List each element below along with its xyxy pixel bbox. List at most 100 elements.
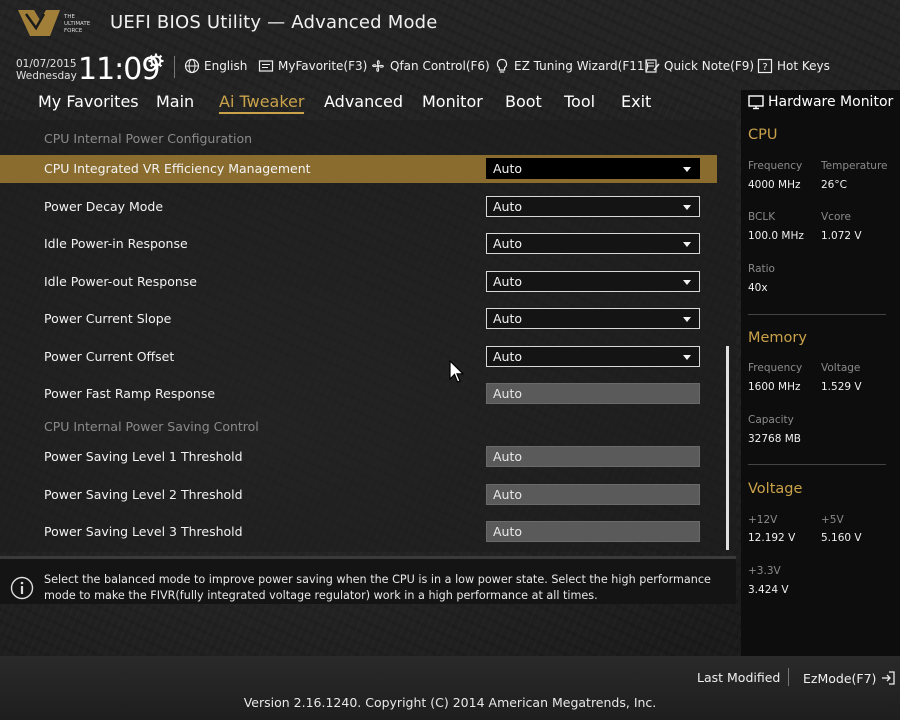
exit-arrow-icon: [882, 671, 896, 685]
language-label: English: [204, 59, 248, 73]
hot-keys-button[interactable]: ? Hot Keys: [757, 58, 830, 74]
hw-key: +3.3V: [748, 565, 781, 577]
setting-label[interactable]: Power Saving Level 3 Threshold: [44, 524, 243, 539]
dropdown-value: Auto: [493, 311, 523, 326]
scrollbar[interactable]: [726, 346, 729, 550]
separator: [174, 56, 175, 78]
idle-power-out-dropdown[interactable]: Auto: [486, 271, 700, 292]
chevron-down-icon: [683, 205, 691, 210]
tab-advanced[interactable]: Advanced: [324, 92, 403, 111]
note-icon: [645, 59, 660, 73]
tab-ai-tweaker[interactable]: Ai Tweaker: [219, 92, 305, 114]
idle-power-in-dropdown[interactable]: Auto: [486, 233, 700, 254]
svg-text:ULTIMATE: ULTIMATE: [64, 21, 91, 27]
day-text: Wednesday: [16, 70, 77, 82]
hw-key: Frequency: [748, 362, 803, 374]
quick-note-button[interactable]: Quick Note(F9): [644, 58, 754, 74]
chevron-down-icon: [683, 355, 691, 360]
section-heading: CPU Internal Power Saving Control: [44, 419, 259, 434]
setting-label[interactable]: Power Current Slope: [44, 311, 171, 326]
ezmode-label: EzMode(F7): [803, 670, 877, 686]
tab-exit[interactable]: Exit: [621, 92, 651, 111]
help-text: Select the balanced mode to improve powe…: [44, 573, 711, 602]
setting-label[interactable]: Power Saving Level 2 Threshold: [44, 487, 243, 502]
app-title: UEFI BIOS Utility — Advanced Mode: [110, 12, 438, 33]
hw-value: 32768 MB: [748, 433, 802, 445]
last-modified-button[interactable]: Last Modified: [697, 670, 780, 685]
chevron-down-icon: [683, 242, 691, 247]
hw-value: 100.0 MHz: [748, 230, 804, 242]
version-text: Version 2.16.1240. Copyright (C) 2014 Am…: [243, 695, 657, 710]
bulb-icon: [496, 58, 508, 73]
hw-key: Vcore: [821, 211, 851, 223]
favorite-icon: [258, 60, 274, 72]
hw-value: 12.192 V: [748, 532, 796, 544]
date-text: 01/07/2015: [16, 58, 77, 70]
hw-value: 26°C: [821, 179, 847, 191]
hw-value: 3.424 V: [748, 584, 789, 596]
qfan-control-label: Qfan Control(F6): [390, 59, 490, 73]
language-button[interactable]: English: [184, 58, 247, 74]
hw-key: +5V: [821, 514, 844, 526]
hw-key: Voltage: [821, 362, 861, 374]
ez-tuning-wizard-button[interactable]: EZ Tuning Wizard(F11): [494, 58, 649, 74]
setting-label[interactable]: CPU Integrated VR Efficiency Management: [44, 161, 311, 176]
setting-label[interactable]: Power Fast Ramp Response: [44, 386, 215, 401]
hw-key: Frequency: [748, 160, 803, 172]
hw-key: Ratio: [748, 263, 775, 275]
dropdown-value: Auto: [493, 349, 523, 364]
ezmode-button[interactable]: EzMode(F7): [803, 670, 896, 686]
hw-value: 1600 MHz: [748, 381, 801, 393]
field-value: Auto: [493, 449, 523, 464]
power-fast-ramp-field[interactable]: Auto: [486, 383, 700, 404]
quick-note-label: Quick Note(F9): [664, 59, 755, 73]
chevron-down-icon: [683, 167, 691, 172]
myfavorite-label: MyFavorite(F3): [278, 59, 368, 73]
hot-keys-label: Hot Keys: [777, 59, 830, 73]
power-saving-level2-field[interactable]: Auto: [486, 484, 700, 505]
divider: [748, 314, 886, 315]
gear-icon[interactable]: [148, 53, 164, 69]
separator: [788, 668, 789, 686]
power-saving-level1-field[interactable]: Auto: [486, 446, 700, 467]
tuf-logo: THE ULTIMATE FORCE: [18, 10, 91, 36]
vr-efficiency-dropdown[interactable]: Auto: [486, 158, 700, 179]
tab-main[interactable]: Main: [156, 92, 194, 111]
monitor-icon: [748, 95, 764, 110]
svg-text:?: ?: [762, 62, 767, 73]
chevron-down-icon: [683, 280, 691, 285]
divider: [748, 464, 886, 465]
setting-label[interactable]: Idle Power-out Response: [44, 274, 197, 289]
ez-tuning-wizard-label: EZ Tuning Wizard(F11): [514, 59, 650, 73]
power-current-slope-dropdown[interactable]: Auto: [486, 308, 700, 329]
tab-tool[interactable]: Tool: [564, 92, 595, 111]
dropdown-value: Auto: [493, 236, 523, 251]
setting-label[interactable]: Idle Power-in Response: [44, 236, 188, 251]
dropdown-value: Auto: [493, 199, 523, 214]
date-display: 01/07/2015 Wednesday: [16, 58, 77, 82]
power-current-offset-dropdown[interactable]: Auto: [486, 346, 700, 367]
myfavorite-button[interactable]: MyFavorite(F3): [258, 58, 367, 74]
hw-voltage-heading: Voltage: [748, 481, 803, 497]
tab-my-favorites[interactable]: My Favorites: [38, 92, 139, 111]
qfan-control-button[interactable]: Qfan Control(F6): [370, 58, 490, 74]
hw-key: BCLK: [748, 211, 776, 223]
svg-text:FORCE: FORCE: [64, 28, 83, 34]
hardware-monitor-label: Hardware Monitor: [768, 94, 894, 110]
power-saving-level3-field[interactable]: Auto: [486, 521, 700, 542]
fan-icon: [372, 60, 384, 72]
section-heading: CPU Internal Power Configuration: [44, 131, 253, 146]
info-icon: [10, 576, 34, 600]
hw-cpu-heading: CPU: [748, 127, 778, 143]
tab-monitor[interactable]: Monitor: [422, 92, 483, 111]
svg-text:THE: THE: [63, 14, 75, 20]
field-value: Auto: [493, 524, 523, 539]
setting-label[interactable]: Power Current Offset: [44, 349, 174, 364]
tab-boot[interactable]: Boot: [505, 92, 542, 111]
power-decay-mode-dropdown[interactable]: Auto: [486, 196, 700, 217]
help-icon: ?: [757, 58, 773, 74]
setting-label[interactable]: Power Decay Mode: [44, 199, 163, 214]
hw-key: Temperature: [821, 160, 888, 172]
chevron-down-icon: [683, 317, 691, 322]
setting-label[interactable]: Power Saving Level 1 Threshold: [44, 449, 243, 464]
